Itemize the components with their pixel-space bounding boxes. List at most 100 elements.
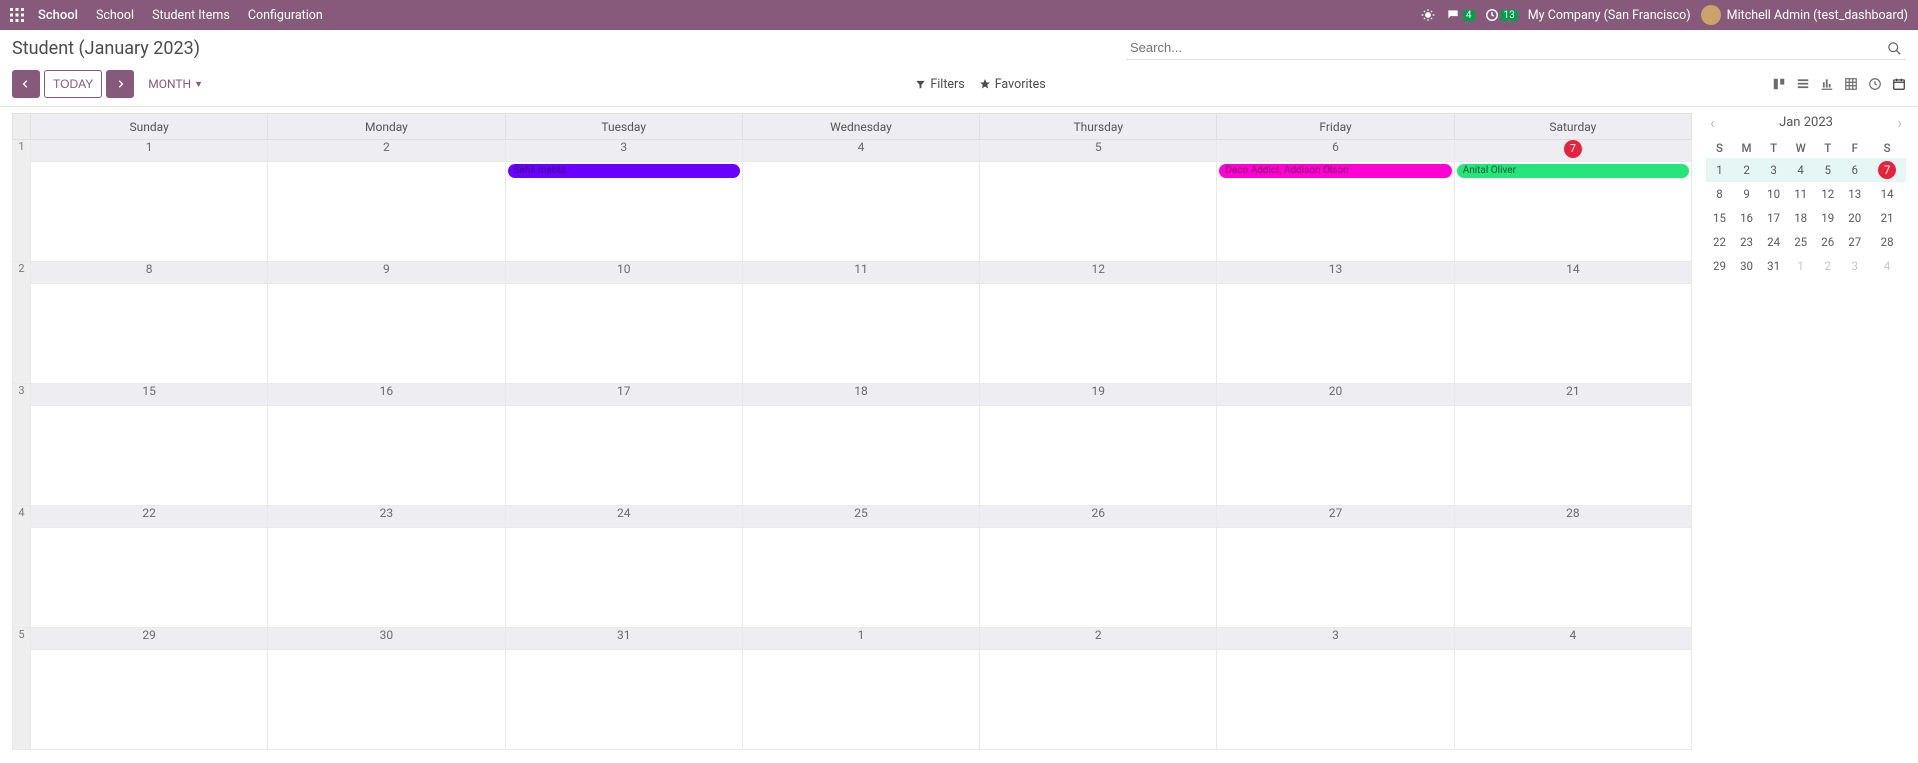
day-cell[interactable] — [1217, 406, 1454, 506]
mini-next-button[interactable]: › — [1893, 113, 1906, 132]
mini-day-cell[interactable]: 21 — [1868, 206, 1906, 230]
mini-day-cell[interactable]: 24 — [1760, 230, 1787, 254]
day-cell[interactable] — [1454, 528, 1691, 628]
day-cell[interactable] — [980, 528, 1217, 628]
day-number-cell[interactable]: 5 — [980, 140, 1217, 162]
day-cell[interactable] — [268, 650, 505, 750]
day-number-cell[interactable]: 15 — [31, 384, 268, 406]
day-number-cell[interactable]: 14 — [1454, 262, 1691, 284]
day-number-cell[interactable]: 7 — [1454, 140, 1691, 162]
day-number-cell[interactable]: 1 — [742, 628, 979, 650]
day-number-cell[interactable]: 11 — [742, 262, 979, 284]
day-cell[interactable] — [1454, 406, 1691, 506]
prev-button[interactable] — [12, 70, 40, 98]
apps-icon[interactable] — [10, 8, 28, 23]
day-number-cell[interactable]: 20 — [1217, 384, 1454, 406]
day-number-cell[interactable]: 3 — [505, 140, 742, 162]
day-number-cell[interactable]: 13 — [1217, 262, 1454, 284]
debug-icon[interactable] — [1421, 8, 1435, 22]
mini-day-cell[interactable]: 3 — [1841, 254, 1868, 278]
day-number-cell[interactable]: 30 — [268, 628, 505, 650]
search-input[interactable] — [1126, 36, 1906, 60]
mini-day-cell[interactable]: 2 — [1814, 254, 1841, 278]
mini-day-cell[interactable]: 15 — [1706, 206, 1733, 230]
day-number-cell[interactable]: 29 — [31, 628, 268, 650]
day-cell[interactable] — [505, 284, 742, 384]
day-number-cell[interactable]: 4 — [742, 140, 979, 162]
day-cell[interactable] — [268, 406, 505, 506]
day-cell[interactable] — [505, 650, 742, 750]
mini-day-cell[interactable]: 7 — [1868, 158, 1906, 182]
mini-day-cell[interactable]: 3 — [1760, 158, 1787, 182]
mini-day-cell[interactable]: 26 — [1814, 230, 1841, 254]
day-number-cell[interactable]: 9 — [268, 262, 505, 284]
day-number-cell[interactable]: 25 — [742, 506, 979, 528]
mini-day-cell[interactable]: 6 — [1841, 158, 1868, 182]
mini-day-cell[interactable]: 1 — [1787, 254, 1814, 278]
mini-day-cell[interactable]: 23 — [1733, 230, 1760, 254]
day-number-cell[interactable]: 2 — [980, 628, 1217, 650]
mini-day-cell[interactable]: 27 — [1841, 230, 1868, 254]
day-number-cell[interactable]: 19 — [980, 384, 1217, 406]
mini-day-cell[interactable]: 17 — [1760, 206, 1787, 230]
day-cell[interactable] — [31, 406, 268, 506]
view-kanban-icon[interactable] — [1772, 76, 1786, 92]
day-cell[interactable] — [742, 650, 979, 750]
day-cell[interactable] — [980, 406, 1217, 506]
mini-day-cell[interactable]: 2 — [1733, 158, 1760, 182]
day-cell[interactable] — [742, 528, 979, 628]
day-cell[interactable] — [268, 284, 505, 384]
day-number-cell[interactable]: 26 — [980, 506, 1217, 528]
day-cell[interactable] — [505, 528, 742, 628]
day-number-cell[interactable]: 28 — [1454, 506, 1691, 528]
day-cell[interactable]: Deco Addict, Addison Olson — [1217, 162, 1454, 262]
mini-day-cell[interactable]: 4 — [1868, 254, 1906, 278]
menu-configuration[interactable]: Configuration — [248, 8, 323, 23]
view-activity-icon[interactable] — [1868, 76, 1882, 92]
day-number-cell[interactable]: 8 — [31, 262, 268, 284]
day-cell[interactable] — [31, 650, 268, 750]
filters-button[interactable]: Filters — [915, 77, 964, 92]
mini-day-cell[interactable]: 4 — [1787, 158, 1814, 182]
mini-day-cell[interactable]: 9 — [1733, 182, 1760, 206]
search-icon[interactable] — [1887, 38, 1902, 57]
day-number-cell[interactable]: 12 — [980, 262, 1217, 284]
day-cell[interactable] — [742, 284, 979, 384]
day-number-cell[interactable]: 27 — [1217, 506, 1454, 528]
mini-day-cell[interactable]: 28 — [1868, 230, 1906, 254]
day-number-cell[interactable]: 24 — [505, 506, 742, 528]
calendar-event[interactable]: Anital Oliver — [1457, 164, 1689, 178]
day-cell[interactable] — [1217, 650, 1454, 750]
scale-dropdown[interactable]: MONTH▼ — [148, 77, 203, 91]
mini-day-cell[interactable]: 16 — [1733, 206, 1760, 230]
day-cell[interactable] — [1454, 284, 1691, 384]
next-button[interactable] — [106, 70, 134, 98]
company-selector[interactable]: My Company (San Francisco) — [1528, 8, 1691, 23]
mini-day-cell[interactable]: 19 — [1814, 206, 1841, 230]
day-number-cell[interactable]: 6 — [1217, 140, 1454, 162]
menu-school[interactable]: School — [96, 8, 134, 23]
day-number-cell[interactable]: 23 — [268, 506, 505, 528]
mini-day-cell[interactable]: 18 — [1787, 206, 1814, 230]
day-number-cell[interactable]: 18 — [742, 384, 979, 406]
day-cell[interactable] — [1217, 284, 1454, 384]
mini-day-cell[interactable]: 1 — [1706, 158, 1733, 182]
day-number-cell[interactable]: 2 — [268, 140, 505, 162]
activity-icon[interactable]: 13 — [1485, 8, 1518, 22]
today-button[interactable]: TODAY — [44, 70, 102, 98]
day-cell[interactable] — [268, 528, 505, 628]
day-number-cell[interactable]: 17 — [505, 384, 742, 406]
day-number-cell[interactable]: 21 — [1454, 384, 1691, 406]
mini-prev-button[interactable]: ‹ — [1706, 113, 1719, 132]
mini-day-cell[interactable]: 31 — [1760, 254, 1787, 278]
app-brand[interactable]: School — [38, 8, 78, 23]
day-cell[interactable] — [31, 528, 268, 628]
mini-day-cell[interactable]: 12 — [1814, 182, 1841, 206]
day-cell[interactable] — [980, 650, 1217, 750]
mini-day-cell[interactable]: 22 — [1706, 230, 1733, 254]
menu-student-items[interactable]: Student Items — [152, 8, 230, 23]
view-pivot-icon[interactable] — [1844, 76, 1858, 92]
mini-day-cell[interactable]: 25 — [1787, 230, 1814, 254]
day-cell[interactable] — [980, 284, 1217, 384]
day-number-cell[interactable]: 10 — [505, 262, 742, 284]
